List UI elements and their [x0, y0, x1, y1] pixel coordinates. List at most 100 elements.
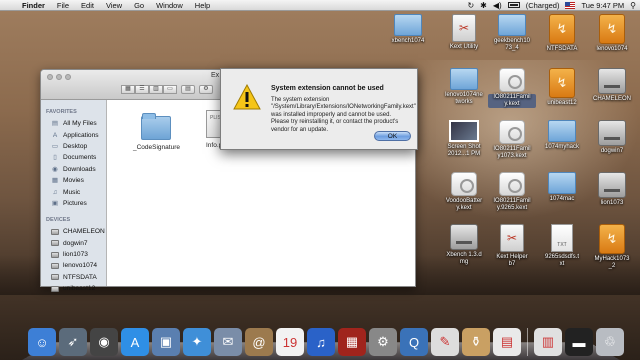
kext-helper-icon[interactable]: ⚱ — [462, 328, 490, 356]
window-title: Ex — [211, 72, 220, 79]
system-preferences-icon[interactable]: ⚙ — [369, 328, 397, 356]
icon-view-button[interactable]: ▦ — [121, 85, 135, 94]
contacts-icon[interactable]: @ — [245, 328, 273, 356]
desktop-item[interactable]: geekbench10 73_4 — [488, 14, 536, 52]
sidebar-item-applications[interactable]: A Applications — [41, 129, 106, 140]
usb-drive-icon — [599, 224, 625, 254]
desktop-item[interactable]: unibeast12 — [538, 68, 586, 107]
app-store-icon[interactable]: A — [121, 328, 149, 356]
battery-status[interactable]: (Charged) — [526, 1, 560, 10]
desktop-item[interactable]: Xbench 1.3.d mg — [440, 224, 488, 266]
disk-icon — [51, 262, 59, 269]
document-icon[interactable]: ▤ — [493, 328, 521, 356]
calendar-icon[interactable]: 19 — [276, 328, 304, 356]
finder-icon[interactable]: ☺ — [28, 328, 56, 356]
sidebar-item-ntfsdata[interactable]: NTFSDATA — [41, 272, 106, 283]
zoom-button[interactable] — [65, 74, 71, 80]
close-button[interactable] — [47, 74, 53, 80]
desktop-item[interactable]: 1074mac — [538, 172, 586, 203]
desktop-item[interactable]: xbench1074 — [384, 14, 432, 45]
input-source-flag-icon[interactable] — [565, 1, 576, 9]
cover-flow-button[interactable]: ▭ — [163, 85, 177, 94]
terminal-icon[interactable]: ▬ — [565, 328, 593, 356]
desktop-item[interactable]: dogwin7 — [588, 120, 636, 155]
action-gear-button[interactable]: ⚙ — [199, 85, 213, 94]
text-file-icon — [551, 224, 573, 252]
sidebar-item-lion1073[interactable]: lion1073 — [41, 249, 106, 260]
sidebar-item-music[interactable]: ♫ Music — [41, 186, 106, 197]
music-icon: ♫ — [52, 188, 58, 196]
column-view-button[interactable]: ▥ — [149, 85, 163, 94]
sidebar-item-downloads[interactable]: ◉ Downloads — [41, 164, 106, 175]
desktop-item-label: IO80211Famil y1073.kext — [493, 146, 531, 159]
documents-icon: ▯ — [53, 154, 57, 162]
file-icon[interactable]: ▥ — [534, 328, 562, 356]
desktop-item[interactable]: CHAMELEON — [588, 68, 636, 103]
arrange-button[interactable]: ▤ — [181, 85, 195, 94]
sidebar-item-unibeast12[interactable]: unibeast12 — [41, 283, 106, 294]
photo-booth-icon[interactable]: ▦ — [338, 328, 366, 356]
sidebar-item-movies[interactable]: ▦ Movies — [41, 175, 106, 186]
desktop-item[interactable]: IO80211Famil y.kext — [488, 68, 536, 108]
sidebar-item-documents[interactable]: ▯ Documents — [41, 152, 106, 163]
dashboard-icon[interactable]: ◉ — [90, 328, 118, 356]
sidebar-item-chameleon[interactable]: CHAMELEON — [41, 226, 106, 237]
menu-window[interactable]: Window — [150, 1, 189, 10]
volume-icon[interactable]: ◀) — [493, 1, 502, 10]
desktop-item[interactable]: Kext Utility — [440, 14, 488, 51]
trash-icon[interactable]: ♲ — [596, 328, 624, 356]
desktop-item[interactable]: VoodooBatter y.kext — [440, 172, 488, 212]
desktop-item[interactable]: Screen Shot 2012...1 PM — [440, 120, 488, 158]
desktop-item[interactable]: 9265sdsdfs.txt — [538, 224, 586, 268]
desktop-item[interactable]: IO80211Famil y1073.kext — [488, 120, 536, 160]
mail-icon[interactable]: ✉ — [214, 328, 242, 356]
ok-button[interactable]: OK — [374, 131, 411, 141]
desktop-item[interactable]: lenovo1074 — [588, 14, 636, 53]
spotlight-icon[interactable]: ⚲ — [630, 1, 636, 10]
desktop-item[interactable]: IO80211Famil y.9265.kext — [488, 172, 536, 212]
bluetooth-icon[interactable]: ✱ — [480, 1, 487, 10]
minimize-button[interactable] — [56, 74, 62, 80]
applications-icon: A — [52, 131, 58, 139]
list-view-button[interactable]: ☰ — [135, 85, 149, 94]
battery-icon[interactable] — [507, 2, 520, 8]
sidebar-item-desktop[interactable]: ▭ Desktop — [41, 141, 106, 152]
sidebar-item-all-my-files[interactable]: ▤ All My Files — [41, 118, 106, 129]
desktop-item-label: dogwin7 — [600, 148, 624, 154]
menu-file[interactable]: File — [51, 1, 75, 10]
menu-view[interactable]: View — [100, 1, 128, 10]
menu-finder[interactable]: Finder — [16, 1, 51, 10]
launchpad-icon[interactable]: ➶ — [59, 328, 87, 356]
desktop-item[interactable]: lenovo1074ne tworks — [440, 68, 488, 106]
sidebar-item-lenovo1074[interactable]: lenovo1074 — [41, 260, 106, 271]
desktop-item[interactable]: Kext Helperb7 — [488, 224, 536, 268]
menu-edit[interactable]: Edit — [75, 1, 100, 10]
desktop-item-label: NTFSDATA — [546, 46, 578, 52]
menu-go[interactable]: Go — [128, 1, 150, 10]
pictures-icon: ▣ — [51, 199, 59, 207]
desktop-item[interactable]: MyHack1073_2 — [588, 224, 636, 270]
desktop-item[interactable]: 1074myhack — [538, 120, 586, 151]
safari-icon[interactable]: ✦ — [183, 328, 211, 356]
dock-separator — [527, 328, 528, 356]
network-utility-icon[interactable]: Q — [400, 328, 428, 356]
preview-icon[interactable]: ▣ — [152, 328, 180, 356]
desktop-icon: ▭ — [51, 142, 59, 150]
file-label[interactable]: _CodeSignature — [133, 144, 180, 151]
desktop-item[interactable]: lion1073 — [588, 172, 636, 207]
desktop-item[interactable]: NTFSDATA — [538, 14, 586, 53]
sidebar-item-label: dogwin7 — [63, 239, 88, 247]
itunes-icon[interactable]: ♫ — [307, 328, 335, 356]
folder-icon[interactable] — [141, 113, 171, 140]
sidebar-item-pictures[interactable]: ▣ Pictures — [41, 198, 106, 209]
menu-clock[interactable]: Tue 9:47 PM — [581, 1, 624, 10]
text-edit-icon[interactable]: ✎ — [431, 328, 459, 356]
time-machine-icon[interactable]: ↻ — [467, 1, 474, 10]
sidebar-item-dogwin7[interactable]: dogwin7 — [41, 238, 106, 249]
menu-help[interactable]: Help — [189, 1, 216, 10]
desktop-item-label: CHAMELEON — [592, 96, 631, 102]
finder-toolbar: ▦ ☰ ▥ ▭ ▤ ⚙ — [121, 85, 213, 94]
kext-icon — [451, 172, 477, 196]
desktop-item-label: Screen Shot 2012...1 PM — [447, 144, 481, 157]
kext-icon — [499, 172, 525, 196]
